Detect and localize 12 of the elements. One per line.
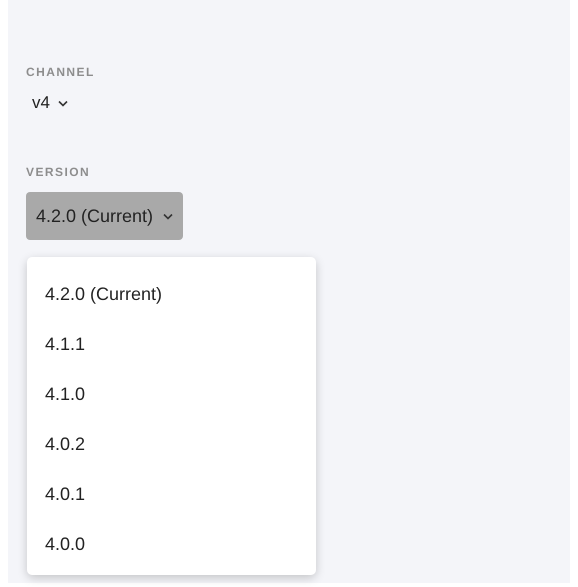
menu-item[interactable]: 4.0.2 (27, 419, 316, 469)
menu-item[interactable]: 4.1.1 (27, 319, 316, 369)
channel-label: CHANNEL (26, 64, 95, 80)
menu-item[interactable]: 4.0.1 (27, 469, 316, 519)
menu-item[interactable]: 4.0.0 (27, 519, 316, 569)
channel-dropdown[interactable]: v4 (30, 92, 70, 114)
version-dropdown[interactable]: 4.2.0 (Current) (26, 192, 184, 240)
chevron-down-icon (58, 100, 68, 106)
chevron-down-icon (163, 212, 174, 220)
menu-item[interactable]: 4.1.0 (27, 369, 316, 419)
menu-item[interactable]: 4.2.0 (Current) (27, 269, 316, 319)
version-label: VERSION (26, 164, 90, 180)
